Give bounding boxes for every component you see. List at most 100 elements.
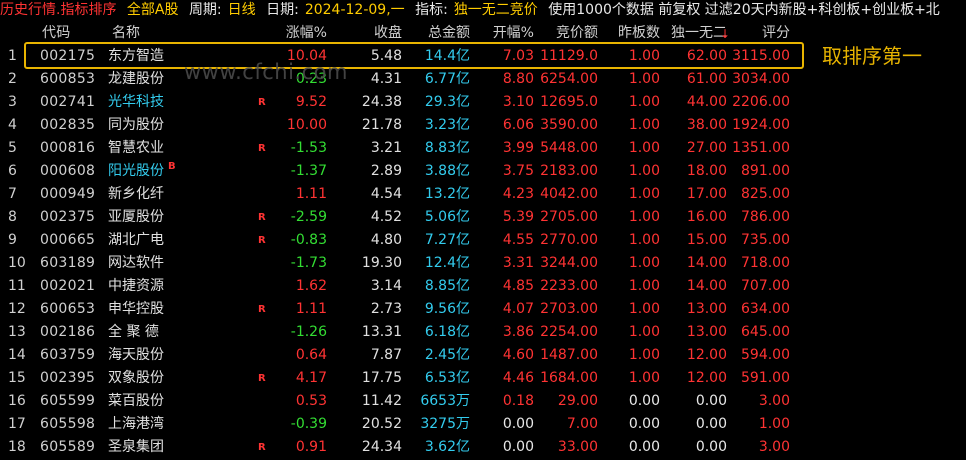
total-amount: 3.62亿: [424, 439, 470, 455]
score-value: 891.00: [741, 163, 790, 179]
table-row[interactable]: 7 000949 新乡化纤 1.11 4.54 13.2亿 4.23 4042.00 1.00 1…: [0, 183, 800, 206]
prev-limit-count: 1.00: [628, 140, 660, 156]
prev-limit-count: 1.00: [628, 255, 660, 271]
column-amount[interactable]: 总金额: [408, 22, 470, 44]
stock-code: 002375: [40, 209, 96, 225]
unique-value: 13.00: [686, 324, 727, 340]
prev-limit-count: 0.00: [628, 393, 660, 409]
column-unique[interactable]: 独一无二: [662, 22, 727, 44]
auction-amount: 3590.00: [540, 117, 598, 133]
row-index: 15: [8, 370, 26, 386]
column-score[interactable]: 评分: [730, 22, 790, 44]
open-change: 3.75: [502, 163, 534, 179]
table-row[interactable]: 14 603759 海天股份 0.64 7.87 2.45亿 4.60 1487.00 1.00…: [0, 344, 800, 367]
column-code[interactable]: 代码: [42, 22, 104, 44]
table-row[interactable]: 9 000665 湖北广电 R -0.83 4.80 7.27亿 4.55 2770.00 1.0…: [0, 229, 800, 252]
table-row[interactable]: 18 605589 圣泉集团 R 0.91 24.34 3.62亿 0.00 33.00 0.00…: [0, 436, 800, 459]
change-percent: -1.37: [290, 163, 327, 179]
auction-amount: 2770.00: [540, 232, 598, 248]
total-amount: 29.3亿: [424, 94, 470, 110]
change-percent: 0.53: [295, 393, 327, 409]
auction-amount: 7.00: [566, 416, 598, 432]
open-change: 3.10: [502, 94, 534, 110]
close-price: 24.38: [361, 94, 402, 110]
column-open-change[interactable]: 开幅%: [478, 22, 534, 44]
stock-name: 申华控股: [108, 301, 164, 317]
stock-name: 阳光股份: [108, 163, 164, 179]
close-price: 2.73: [370, 301, 402, 317]
stock-code: 000816: [40, 140, 96, 156]
unique-value: 61.00: [686, 71, 727, 87]
stock-flag: R: [258, 235, 266, 246]
unique-value: 14.00: [686, 278, 727, 294]
row-index: 2: [8, 71, 17, 87]
total-amount: 6.53亿: [424, 370, 470, 386]
close-price: 4.52: [370, 209, 402, 225]
prev-limit-count: 1.00: [628, 278, 660, 294]
change-percent: 10.00: [286, 117, 327, 133]
date-value[interactable]: 2024-12-09,一: [305, 2, 405, 18]
table-row[interactable]: 15 002395 双象股份 R 4.17 17.75 6.53亿 4.46 1684.00 1.…: [0, 367, 800, 390]
auction-amount: 2183.00: [540, 163, 598, 179]
table-row[interactable]: 17 605598 上海港湾 -0.39 20.52 3275万 0.00 7.00 0.00 0…: [0, 413, 800, 436]
table-row[interactable]: 13 002186 全 聚 德 -1.26 13.31 6.18亿 3.86 2254.00 1…: [0, 321, 800, 344]
change-percent: -0.83: [290, 232, 327, 248]
stock-code: 002395: [40, 370, 96, 386]
stock-flag: B: [168, 161, 176, 172]
prev-limit-count: 1.00: [628, 324, 660, 340]
column-auction-amount[interactable]: 竞价额: [534, 22, 598, 44]
total-amount: 13.2亿: [424, 186, 470, 202]
column-change[interactable]: 涨幅%: [272, 22, 327, 44]
row-index: 18: [8, 439, 26, 455]
column-prev-limit[interactable]: 昨板数: [605, 22, 660, 44]
column-name[interactable]: 名称: [112, 22, 262, 44]
table-row[interactable]: 5 000816 智慧农业 R -1.53 3.21 8.83亿 3.99 5448.00 1.0…: [0, 137, 800, 160]
change-percent: 0.64: [295, 347, 327, 363]
change-percent: -1.73: [290, 255, 327, 271]
row-index: 9: [8, 232, 17, 248]
unique-value: 44.00: [686, 94, 727, 110]
stock-flag: R: [258, 304, 266, 315]
open-change: 4.07: [502, 301, 534, 317]
open-change: 4.60: [502, 347, 534, 363]
table-row[interactable]: 10 603189 网达软件 -1.73 19.30 12.4亿 3.31 3244.00 1.…: [0, 252, 800, 275]
table-row[interactable]: 2 600853 龙建股份 0.23 4.31 6.77亿 8.80 6254.00 1.00 6…: [0, 68, 800, 91]
auction-amount: 29.00: [557, 393, 598, 409]
market-selector[interactable]: 全部A股: [127, 2, 179, 18]
table-row[interactable]: 6 000608 阳光股份 B -1.37 2.89 3.88亿 3.75 2183.00 1.0…: [0, 160, 800, 183]
stock-name: 光华科技: [108, 94, 164, 110]
score-value: 3.00: [758, 439, 790, 455]
stock-code: 605599: [40, 393, 96, 409]
stock-flag: R: [258, 97, 266, 108]
stock-code: 000665: [40, 232, 96, 248]
table-row[interactable]: 8 002375 亚厦股份 R -2.59 4.52 5.06亿 5.39 2705.00 1.0…: [0, 206, 800, 229]
open-change: 3.86: [502, 324, 534, 340]
close-price: 7.87: [370, 347, 402, 363]
table-row[interactable]: 16 605599 菜百股份 0.53 11.42 6653万 0.18 29.00 0.00 0…: [0, 390, 800, 413]
row-index: 6: [8, 163, 17, 179]
stock-name: 中捷资源: [108, 278, 164, 294]
stock-name: 网达软件: [108, 255, 164, 271]
table-row[interactable]: 11 002021 中捷资源 1.62 3.14 8.85亿 4.85 2233.00 1.00…: [0, 275, 800, 298]
period-value[interactable]: 日线: [228, 2, 256, 18]
stock-code: 000608: [40, 163, 96, 179]
score-value: 718.00: [741, 255, 790, 271]
stock-name: 湖北广电: [108, 232, 164, 248]
window-title: 历史行情.指标排序: [0, 2, 117, 18]
indicator-value[interactable]: 独一无二竞价: [454, 2, 538, 18]
stock-code: 002835: [40, 117, 96, 133]
auction-amount: 3244.00: [540, 255, 598, 271]
stock-code: 603759: [40, 347, 96, 363]
change-percent: 1.11: [295, 186, 327, 202]
unique-value: 0.00: [695, 416, 727, 432]
table-row[interactable]: 3 002741 光华科技 R 9.52 24.38 29.3亿 3.10 12695.0 1.0…: [0, 91, 800, 114]
table-row[interactable]: 12 600653 申华控股 R 1.11 2.73 9.56亿 4.07 2703.00 1.0…: [0, 298, 800, 321]
change-percent: -0.39: [290, 416, 327, 432]
column-close[interactable]: 收盘: [336, 22, 402, 44]
total-amount: 6.18亿: [424, 324, 470, 340]
score-value: 735.00: [741, 232, 790, 248]
score-value: 707.00: [741, 278, 790, 294]
table-row[interactable]: 4 002835 同为股份 10.00 21.78 3.23亿 6.06 3590.00 1.0…: [0, 114, 800, 137]
change-percent: -1.53: [290, 140, 327, 156]
auction-amount: 6254.00: [540, 71, 598, 87]
